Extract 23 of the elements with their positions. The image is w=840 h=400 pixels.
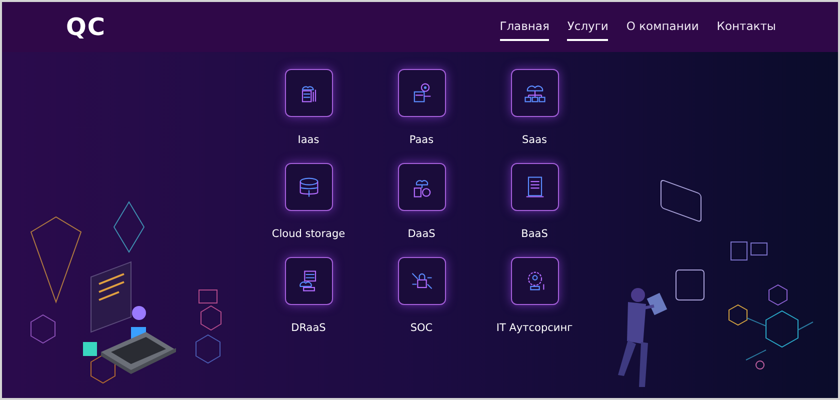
service-label[interactable]: IT Аутсорсинг [496,322,573,334]
service-tile[interactable] [510,69,558,117]
nav-link[interactable]: Главная [500,13,550,41]
service-tile[interactable] [398,163,446,211]
logo[interactable]: QC [66,13,106,41]
service-label[interactable]: Iaas [298,134,320,146]
service-label[interactable]: Cloud storage [272,228,346,240]
service-tile[interactable] [510,163,558,211]
service-label[interactable]: DaaS [408,228,436,240]
service-tile[interactable] [284,163,332,211]
service-label[interactable]: Saas [522,134,547,146]
service-label[interactable]: BaaS [521,228,548,240]
service-label[interactable]: DRaaS [291,322,326,334]
service-tile[interactable] [284,257,332,305]
service-tile[interactable] [510,257,558,305]
service-tile[interactable] [398,69,446,117]
nav-link[interactable]: О компании [626,13,699,41]
service-tile[interactable] [284,69,332,117]
service-tile[interactable] [398,257,446,305]
service-label[interactable]: SOC [410,322,433,334]
nav-link[interactable]: Услуги [567,13,608,41]
nav-link[interactable]: Контакты [716,13,776,41]
service-label[interactable]: Paas [409,134,434,146]
